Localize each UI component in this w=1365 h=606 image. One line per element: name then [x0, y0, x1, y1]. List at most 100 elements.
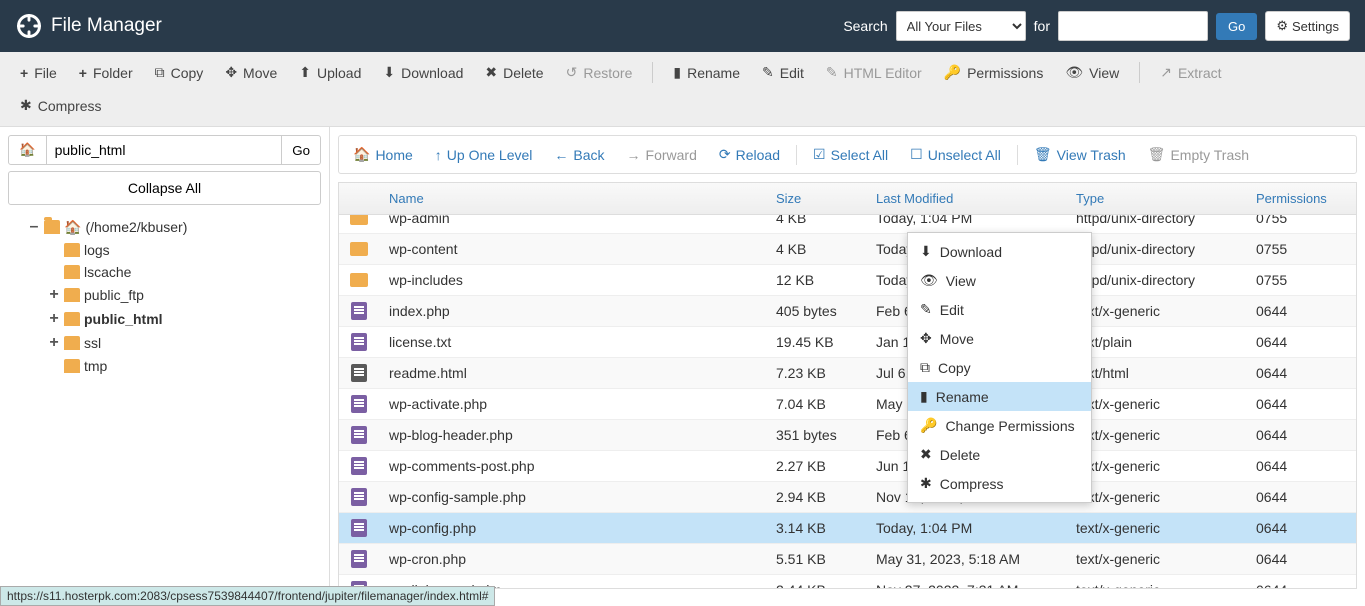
sidebar: 🏠 Go Collapse All – 🏠 (/home2/kbuser) lo… [0, 127, 330, 597]
nav-forward-button[interactable]: →Forward [617, 141, 707, 169]
download-button[interactable]: ⬇Download [373, 58, 473, 87]
for-label: for [1034, 18, 1050, 34]
col-type[interactable]: Type [1076, 191, 1256, 206]
ctx-copy[interactable]: ⧉Copy [908, 353, 1091, 382]
file-icon [351, 550, 367, 568]
nav-unselect-all-button[interactable]: ☐Unselect All [900, 140, 1011, 169]
table-row[interactable]: wp-cron.php5.51 KBMay 31, 2023, 5:18 AMt… [339, 544, 1356, 575]
search-scope-select[interactable]: All Your Files [896, 11, 1026, 41]
tree-item[interactable]: +public_ftp [8, 283, 321, 307]
edit-button[interactable]: ✎Edit [752, 58, 814, 87]
cell-perm: 0644 [1256, 520, 1356, 536]
collapse-all-button[interactable]: Collapse All [8, 171, 321, 205]
cell-name: wp-content [379, 241, 776, 257]
ctx-view[interactable]: 👁View [908, 266, 1091, 295]
move-button[interactable]: ✥Move [215, 58, 287, 87]
col-mod[interactable]: Last Modified [876, 191, 1076, 206]
rename-button[interactable]: ▮Rename [663, 58, 750, 87]
ctx-delete[interactable]: ✖Delete [908, 440, 1091, 469]
folder-icon [64, 359, 80, 373]
upload-button[interactable]: ⬆Upload [289, 58, 371, 87]
new-folder-button[interactable]: +Folder [69, 58, 143, 87]
nav-home-button[interactable]: 🏠Home [343, 140, 423, 169]
path-go-button[interactable]: Go [281, 135, 321, 165]
nav-empty-trash-button[interactable]: 🗑Empty Trash [1138, 140, 1259, 169]
table-row[interactable]: wp-config.php3.14 KBToday, 1:04 PMtext/x… [339, 513, 1356, 544]
ctx-move[interactable]: ✥Move [908, 324, 1091, 353]
ctx-rename[interactable]: ▮Rename [908, 382, 1091, 411]
nav-reload-button[interactable]: ⟳Reload [709, 140, 790, 169]
home-icon: 🏠 [19, 142, 36, 157]
table-row[interactable]: wp-config-sample.php2.94 KBNov 16, 2023,… [339, 482, 1356, 513]
delete-button[interactable]: ✖Delete [475, 58, 553, 87]
extract-button[interactable]: ↗Extract [1150, 58, 1231, 87]
ctx-change-permissions[interactable]: 🔑Change Permissions [908, 411, 1091, 440]
search-input[interactable] [1058, 11, 1208, 41]
tree-item[interactable]: tmp [8, 355, 321, 377]
copy-button[interactable]: ⧉Copy [145, 58, 214, 87]
trash-icon: 🗑 [1034, 146, 1052, 163]
settings-button[interactable]: ⚙ Settings [1265, 11, 1350, 41]
nav-up-button[interactable]: ↑Up One Level [425, 141, 543, 169]
table-row[interactable]: license.txt19.45 KBJan 1, 2023, 10:36 AM… [339, 327, 1356, 358]
main-toolbar: +File +Folder ⧉Copy ✥Move ⬆Upload ⬇Downl… [0, 52, 1365, 127]
cell-size: 2.44 KB [776, 582, 876, 588]
nav-back-button[interactable]: ←Back [544, 141, 614, 169]
cell-name: wp-comments-post.php [379, 458, 776, 474]
tree-item[interactable]: lscache [8, 261, 321, 283]
view-button[interactable]: 👁View [1055, 58, 1129, 87]
table-body[interactable]: wp-admin4 KBToday, 1:04 PMhttpd/unix-dir… [339, 215, 1356, 588]
path-input[interactable] [47, 135, 282, 165]
nav-view-trash-button[interactable]: 🗑View Trash [1024, 140, 1136, 169]
table-row[interactable]: readme.html7.23 KBJul 6, 2023, 4:11 AMte… [339, 358, 1356, 389]
search-go-button[interactable]: Go [1216, 13, 1257, 40]
cell-perm: 0644 [1256, 334, 1356, 350]
cell-mod: Today, 1:04 PM [876, 215, 1076, 226]
tree-item[interactable]: +public_html [8, 307, 321, 331]
tree-item[interactable]: +ssl [8, 331, 321, 355]
col-size[interactable]: Size [776, 191, 876, 206]
expand-icon[interactable]: + [48, 286, 60, 304]
cell-name: wp-blog-header.php [379, 427, 776, 443]
cell-name: license.txt [379, 334, 776, 350]
cell-perm: 0644 [1256, 303, 1356, 319]
tree-root[interactable]: – 🏠 (/home2/kbuser) [8, 215, 321, 239]
trash-icon: 🗑 [1148, 146, 1166, 163]
table-row[interactable]: wp-activate.php7.04 KBMay 13, 2023, 8:05… [339, 389, 1356, 420]
eye-icon: 👁 [920, 272, 938, 289]
table-row[interactable]: wp-includes12 KBToday, 1:04 PMhttpd/unix… [339, 265, 1356, 296]
table-row[interactable]: index.php405 bytesFeb 6, 2020, 5:03 PMte… [339, 296, 1356, 327]
ctx-download[interactable]: ⬇Download [908, 237, 1091, 266]
html-editor-button[interactable]: ✎HTML Editor [816, 58, 932, 87]
cell-size: 4 KB [776, 241, 876, 257]
cell-size: 7.23 KB [776, 365, 876, 381]
cell-perm: 0644 [1256, 582, 1356, 588]
col-name[interactable]: Name [379, 191, 776, 206]
ctx-compress[interactable]: ✱Compress [908, 469, 1091, 498]
col-perm[interactable]: Permissions [1256, 191, 1356, 206]
expand-icon[interactable]: + [48, 310, 60, 328]
permissions-button[interactable]: 🔑Permissions [934, 58, 1054, 87]
new-file-button[interactable]: +File [10, 58, 67, 87]
cell-size: 3.14 KB [776, 520, 876, 536]
table-row[interactable]: wp-comments-post.php2.27 KBJun 15, 2023,… [339, 451, 1356, 482]
folder-icon [64, 265, 80, 279]
nav-select-all-button[interactable]: ☑Select All [803, 140, 898, 169]
table-row[interactable]: wp-blog-header.php351 bytesFeb 6, 2020, … [339, 420, 1356, 451]
ctx-edit[interactable]: ✎Edit [908, 295, 1091, 324]
cell-name: wp-activate.php [379, 396, 776, 412]
tree-item[interactable]: logs [8, 239, 321, 261]
collapse-icon[interactable]: – [28, 218, 40, 236]
table-row[interactable]: wp-admin4 KBToday, 1:04 PMhttpd/unix-dir… [339, 215, 1356, 234]
cell-type: text/x-generic [1076, 396, 1256, 412]
home-button[interactable]: 🏠 [8, 135, 47, 165]
cell-name: readme.html [379, 365, 776, 381]
cell-size: 2.27 KB [776, 458, 876, 474]
expand-icon[interactable]: + [48, 334, 60, 352]
table-row[interactable]: wp-content4 KBToday, 1:04 PMhttpd/unix-d… [339, 234, 1356, 265]
search-label: Search [843, 18, 887, 34]
restore-button[interactable]: ↺Restore [556, 58, 643, 87]
folder-icon [64, 243, 80, 257]
compress-button[interactable]: ✱Compress [10, 91, 112, 120]
folder-icon [350, 215, 368, 225]
